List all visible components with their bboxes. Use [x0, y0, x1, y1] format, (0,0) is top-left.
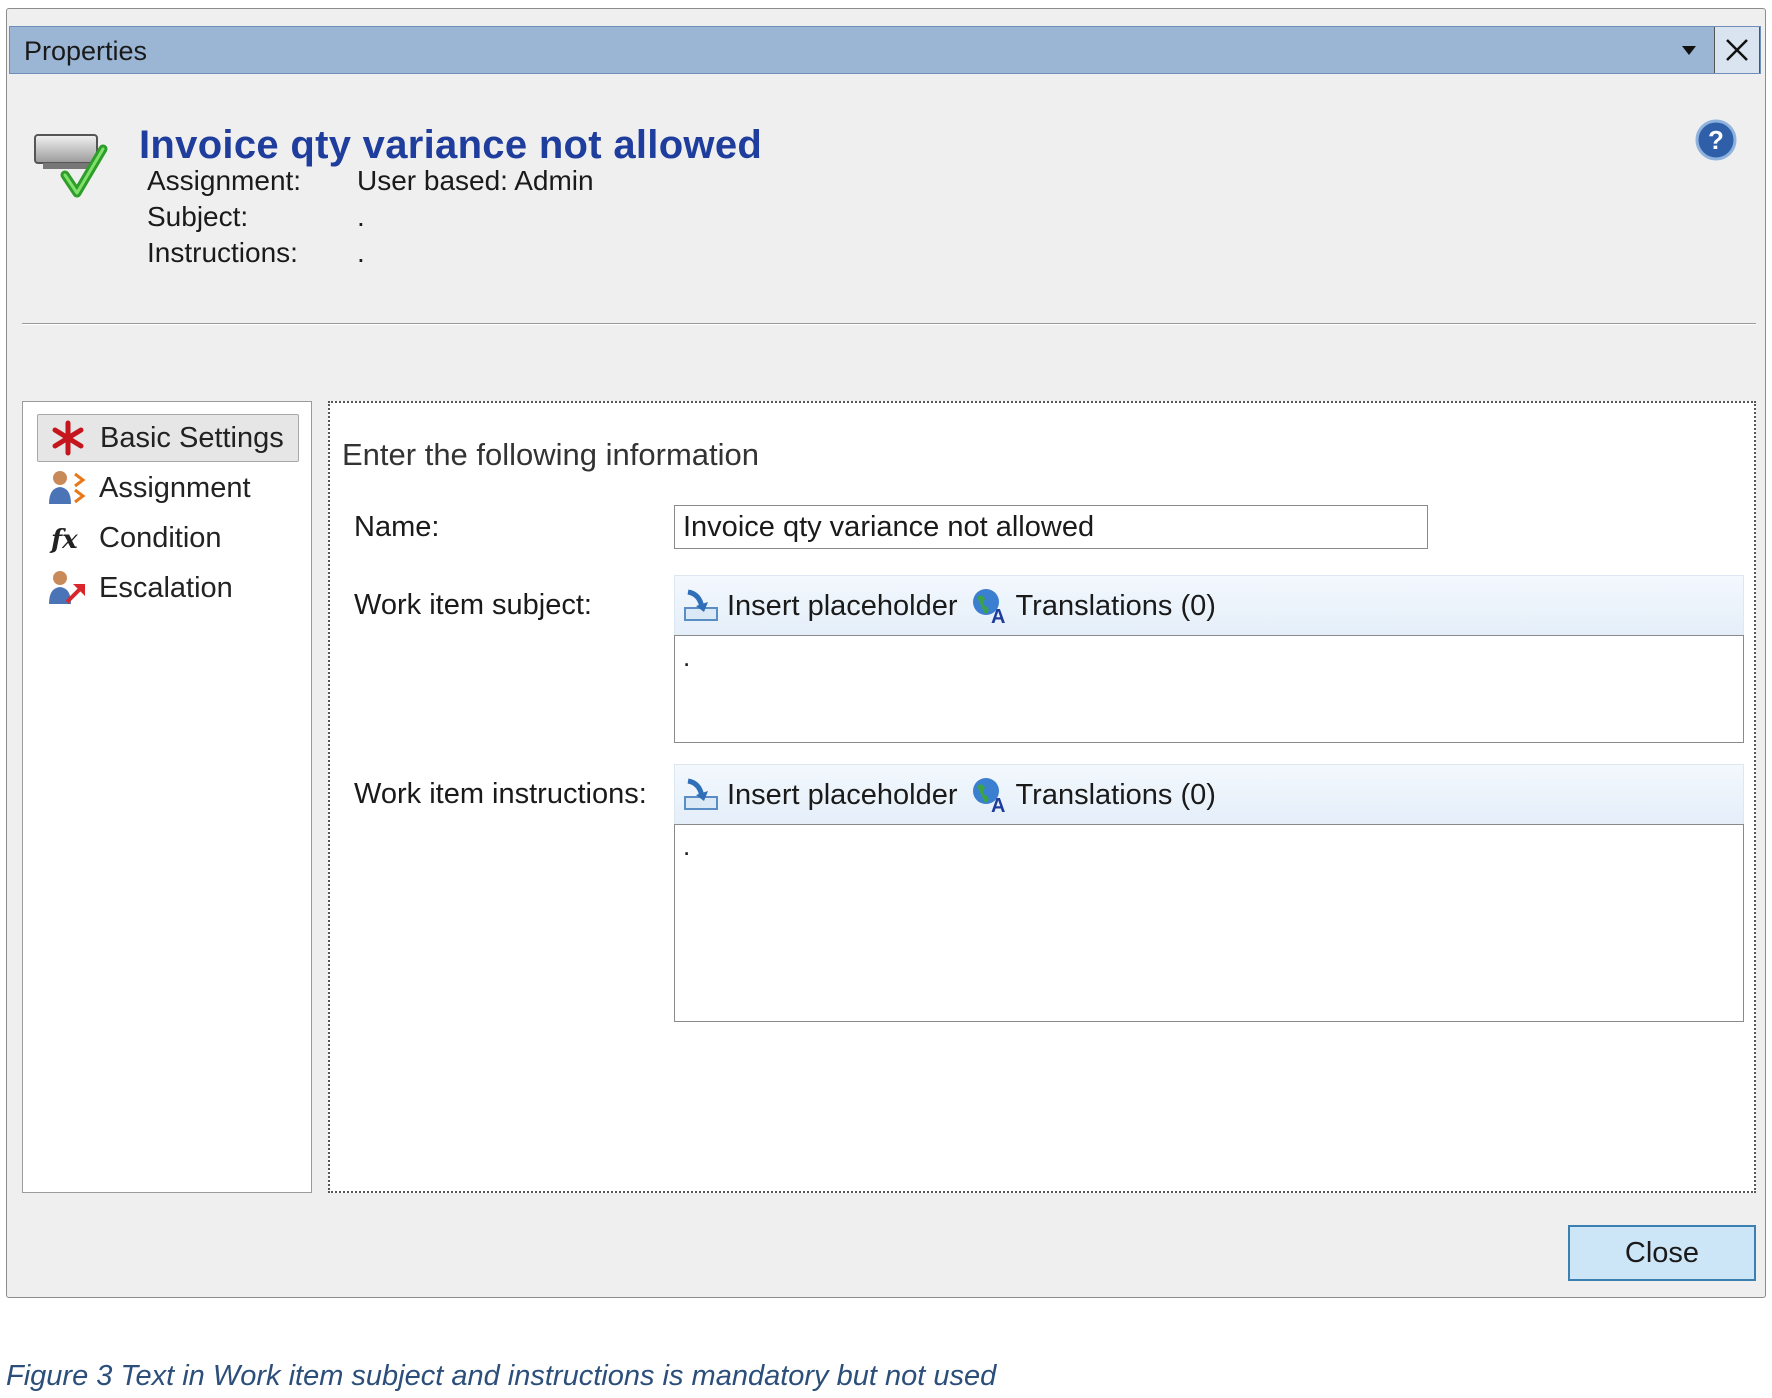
section-title: Enter the following information [342, 437, 760, 472]
insert-placeholder-label: Insert placeholder [727, 778, 958, 811]
svg-text:fx: fx [49, 525, 78, 555]
nav-item-condition[interactable]: fx Condition [37, 514, 299, 562]
subject-field-label: Work item subject: [354, 589, 592, 621]
translations-icon: A [970, 586, 1010, 626]
assignment-label: Assignment: [147, 165, 302, 196]
help-icon[interactable]: ? [1695, 119, 1737, 161]
dropdown-arrow-icon [1682, 46, 1696, 55]
instructions-translations-button[interactable]: A Translations (0) [964, 765, 1222, 825]
header-divider-highlight [22, 324, 1756, 325]
insert-placeholder-icon [681, 775, 721, 815]
title-bar[interactable]: Properties [9, 26, 1761, 74]
function-icon: fx [45, 518, 89, 558]
subject-value: . [357, 201, 365, 232]
svg-text:A: A [991, 795, 1005, 814]
figure-caption: Figure 3 Text in Work item subject and i… [6, 1360, 997, 1392]
page-title: Invoice qty variance not allowed [139, 123, 763, 167]
nav-item-label: Escalation [99, 571, 233, 604]
name-input[interactable] [674, 505, 1428, 549]
svg-text:A: A [991, 606, 1005, 625]
dropdown-button[interactable] [1666, 27, 1712, 73]
instructions-field-label: Work item instructions: [354, 778, 647, 810]
subject-textarea[interactable]: . [674, 635, 1744, 743]
settings-nav: Basic Settings Assignment fx Condition E… [22, 401, 312, 1193]
insert-placeholder-icon [681, 586, 721, 626]
assignment-row: Assignment: User based: Admin [147, 165, 594, 197]
insert-placeholder-label: Insert placeholder [727, 589, 958, 622]
translations-icon: A [970, 775, 1010, 815]
window-close-button[interactable] [1714, 27, 1760, 73]
instructions-toolbar: Insert placeholder A Translations (0) [674, 764, 1744, 826]
subject-translations-button[interactable]: A Translations (0) [964, 576, 1222, 636]
name-label: Name: [354, 511, 440, 543]
subject-insert-placeholder-button[interactable]: Insert placeholder [675, 576, 964, 636]
instructions-textarea[interactable]: . [674, 824, 1744, 1022]
nav-item-label: Assignment [99, 471, 251, 504]
basic-settings-panel: Enter the following information Name: Wo… [328, 401, 1756, 1193]
user-escalation-icon [45, 568, 89, 608]
nav-item-escalation[interactable]: Escalation [37, 564, 299, 612]
close-icon [1726, 39, 1748, 61]
subject-toolbar: Insert placeholder A Translations (0) [674, 575, 1744, 637]
subject-row: Subject: . [147, 201, 365, 233]
instructions-label: Instructions: [147, 237, 298, 268]
nav-item-assignment[interactable]: Assignment [37, 464, 299, 512]
translations-label: Translations (0) [1015, 778, 1216, 811]
assignment-value: User based: Admin [357, 165, 594, 196]
approval-step-icon [34, 134, 108, 198]
subject-label: Subject: [147, 201, 249, 232]
window-title: Properties [24, 36, 148, 66]
svg-text:?: ? [1708, 125, 1724, 155]
nav-item-label: Basic Settings [100, 421, 284, 454]
instructions-row: Instructions: . [147, 237, 365, 269]
nav-item-basic-settings[interactable]: Basic Settings [37, 414, 299, 462]
instructions-value: . [357, 237, 365, 268]
user-assignment-icon [45, 468, 89, 508]
translations-label: Translations (0) [1015, 589, 1216, 622]
nav-item-label: Condition [99, 521, 222, 554]
instructions-insert-placeholder-button[interactable]: Insert placeholder [675, 765, 964, 825]
close-button[interactable]: Close [1568, 1225, 1756, 1281]
asterisk-icon [46, 418, 90, 458]
